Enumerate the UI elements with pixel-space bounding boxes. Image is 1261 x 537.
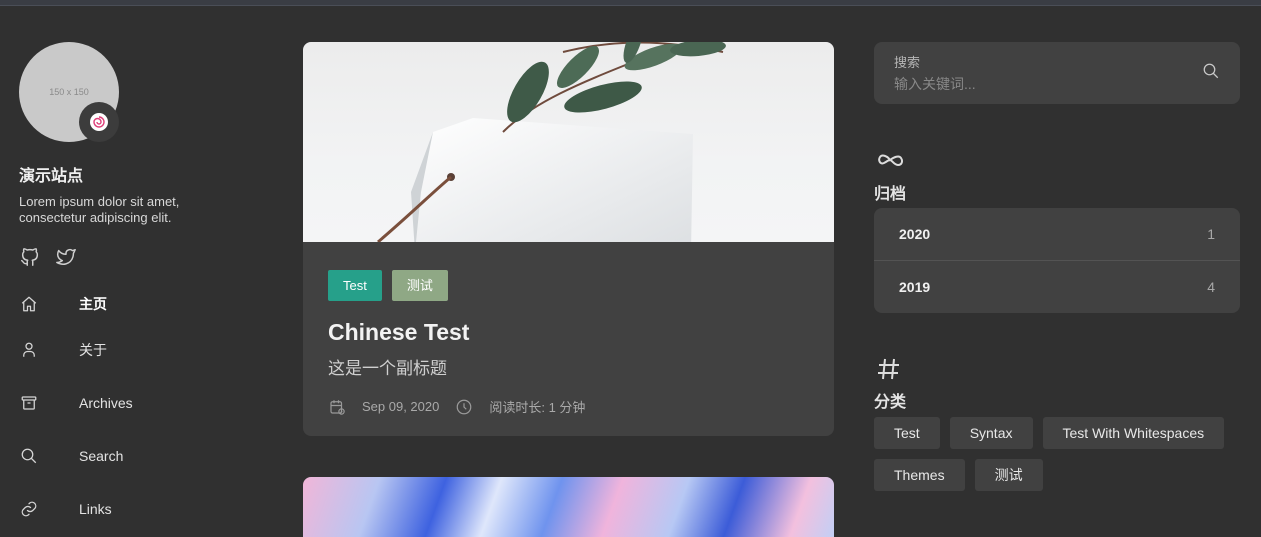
search-icon[interactable] [1202, 62, 1220, 85]
article-date: Sep 09, 2020 [362, 399, 440, 414]
search-icon [19, 446, 39, 466]
site-description: Lorem ipsum dolor sit amet, consectetur … [19, 194, 180, 225]
calendar-icon [328, 398, 346, 416]
article-title[interactable]: Chinese Test [328, 319, 809, 346]
emoji-badge [79, 102, 119, 142]
archive-item[interactable]: 2019 4 [874, 260, 1240, 312]
archive-year: 2020 [899, 226, 931, 242]
nav-item-home[interactable]: 主页 [19, 285, 269, 323]
left-sidebar: 150 x 150 演示站点 Lorem ipsum dolor sit ame… [19, 42, 269, 535]
tag-list: Test 测试 [328, 270, 809, 301]
article-card[interactable]: Test 测试 Chinese Test 这是一个副标题 Sep 09, 202… [303, 42, 834, 436]
nav-label: 关于 [79, 341, 107, 358]
reading-time: 阅读时长: 1 分钟 [489, 400, 586, 415]
search-label: 搜索 [894, 55, 921, 70]
category-themes[interactable]: Themes [874, 459, 965, 491]
next-article-cover-image[interactable] [303, 477, 834, 537]
article-meta: Sep 09, 2020 阅读时长: 1 分钟 [328, 397, 809, 416]
swirl-icon [90, 113, 108, 131]
site-name: 演示站点 [19, 168, 84, 185]
article-body: Test 测试 Chinese Test 这是一个副标题 Sep 09, 202… [303, 242, 834, 436]
avatar-block: 150 x 150 [19, 42, 119, 142]
category-test[interactable]: Test [874, 417, 940, 449]
tag-cn[interactable]: 测试 [391, 270, 448, 301]
article-cover-image[interactable] [303, 42, 834, 242]
github-icon[interactable] [19, 246, 41, 273]
avatar-placeholder-text: 150 x 150 [49, 87, 89, 97]
home-icon [19, 294, 39, 314]
tag-test[interactable]: Test [328, 270, 382, 301]
twitter-icon[interactable] [55, 246, 77, 273]
archive-count: 4 [1207, 278, 1215, 295]
category-cn[interactable]: 测试 [974, 459, 1043, 491]
article-subtitle: 这是一个副标题 [328, 359, 447, 378]
nav-label: 主页 [79, 296, 107, 312]
search-widget[interactable]: 搜索 输入关键词... [874, 42, 1240, 104]
nav-label: Archives [79, 394, 133, 411]
clock-icon [455, 398, 473, 416]
link-icon [19, 499, 39, 519]
nav-label: Search [79, 447, 124, 464]
category-test-with-whitespaces[interactable]: Test With Whitespaces [1042, 417, 1225, 449]
hash-icon [876, 356, 902, 387]
top-bar [0, 0, 1261, 6]
category-list: Test Syntax Test With Whitespaces Themes… [874, 417, 1240, 491]
archive-icon [19, 393, 39, 413]
archives-list: 2020 1 2019 4 [874, 208, 1240, 313]
categories-title: 分类 [874, 394, 907, 411]
user-icon [19, 340, 39, 360]
social-links [19, 246, 269, 273]
archive-year: 2019 [899, 278, 931, 295]
archive-count: 1 [1207, 226, 1215, 242]
nav-item-about[interactable]: 关于 [19, 323, 269, 376]
main-nav: 主页 关于 Archives Search Links [19, 285, 269, 535]
search-input[interactable]: 输入关键词... [894, 74, 1220, 94]
infinity-icon [876, 150, 904, 175]
nav-item-search[interactable]: Search [19, 429, 269, 482]
nav-item-archives[interactable]: Archives [19, 376, 269, 429]
nav-label: Links [79, 500, 112, 517]
archive-item[interactable]: 2020 1 [874, 208, 1240, 260]
nav-item-links[interactable]: Links [19, 482, 269, 535]
category-syntax[interactable]: Syntax [949, 417, 1033, 449]
archives-title: 归档 [874, 186, 907, 203]
